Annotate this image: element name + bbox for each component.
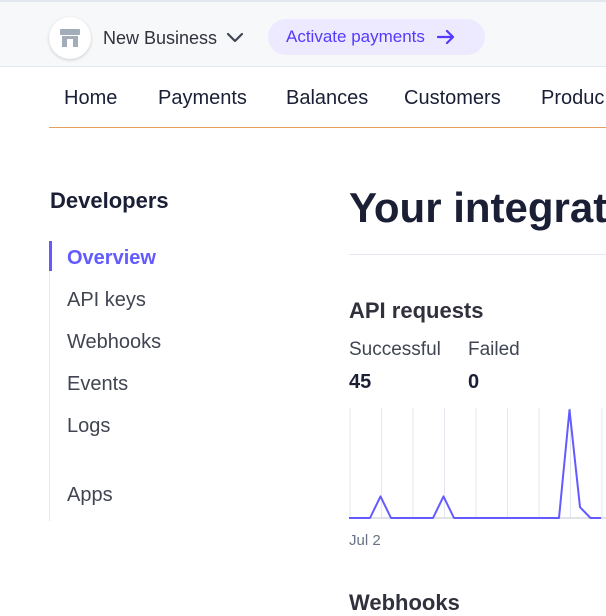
failed-label: Failed [468,339,520,360]
successful-label: Successful [349,339,441,360]
failed-count: 0 [468,371,480,393]
chevron-down-icon[interactable] [225,30,245,46]
series-line [349,409,601,519]
business-name[interactable]: New Business [103,28,217,49]
nav-payments[interactable]: Payments [158,87,247,110]
api-requests-title: API requests [349,298,484,323]
sidebar-item-apps[interactable]: Apps [67,484,113,507]
sidebar-item-logs[interactable]: Logs [67,415,110,438]
api-requests-chart[interactable] [349,408,606,522]
sidebar-item-events[interactable]: Events [67,373,128,396]
page-title: Your integrat [349,184,606,231]
title-divider [349,254,606,255]
sidebar-item-webhooks[interactable]: Webhooks [67,331,161,354]
activate-payments-button[interactable]: Activate payments [268,19,485,55]
arrow-right-icon [436,29,455,45]
nav-balances[interactable]: Balances [286,87,368,110]
activate-payments-label: Activate payments [286,27,425,46]
sidebar-item-overview[interactable]: Overview [67,247,156,270]
nav-home[interactable]: Home [64,87,117,110]
sidebar-rail [49,241,50,521]
business-switcher[interactable] [49,17,91,59]
sidebar-item-api-keys[interactable]: API keys [67,289,146,312]
main-nav: Home Payments Balances Customers Produc [49,67,606,128]
nav-products[interactable]: Produc [541,87,604,110]
sidebar-heading: Developers [50,188,169,213]
sidebar-active-indicator [49,241,52,271]
top-bar: New Business Activate payments [0,0,606,67]
successful-count: 45 [349,371,372,393]
nav-customers[interactable]: Customers [404,87,501,110]
store-icon [60,29,80,47]
webhooks-title: Webhooks [349,590,460,615]
x-tick-label: Jul 2 [349,532,381,549]
